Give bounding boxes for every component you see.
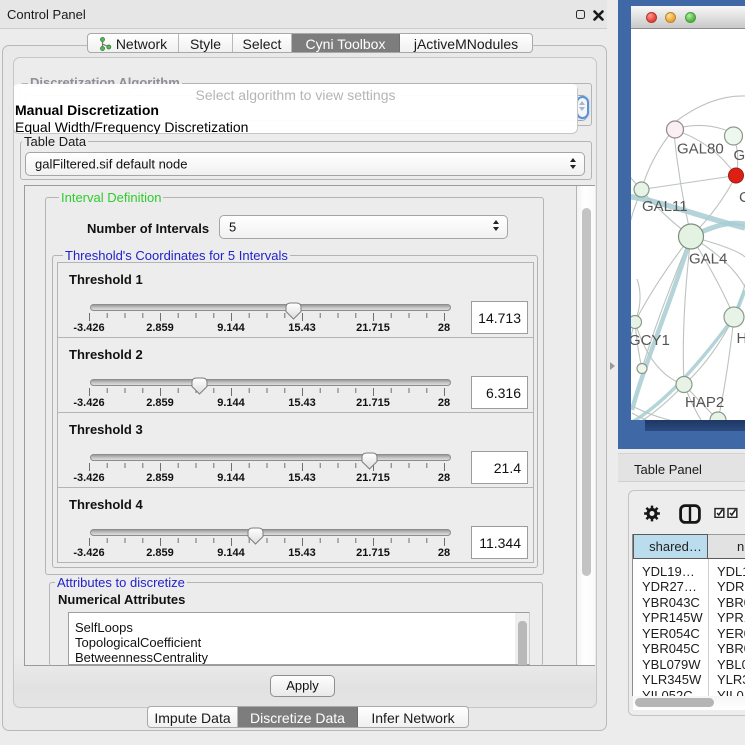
svg-text:GAL4: GAL4 bbox=[689, 251, 727, 268]
svg-text:HAP2: HAP2 bbox=[685, 394, 724, 411]
svg-text:C: C bbox=[739, 189, 745, 206]
svg-text:GAL80: GAL80 bbox=[677, 141, 724, 158]
svg-text:GCY1: GCY1 bbox=[631, 332, 670, 349]
svg-text:G.: G. bbox=[734, 147, 745, 164]
svg-text:GAL11: GAL11 bbox=[642, 198, 688, 215]
svg-text:H: H bbox=[737, 330, 745, 347]
